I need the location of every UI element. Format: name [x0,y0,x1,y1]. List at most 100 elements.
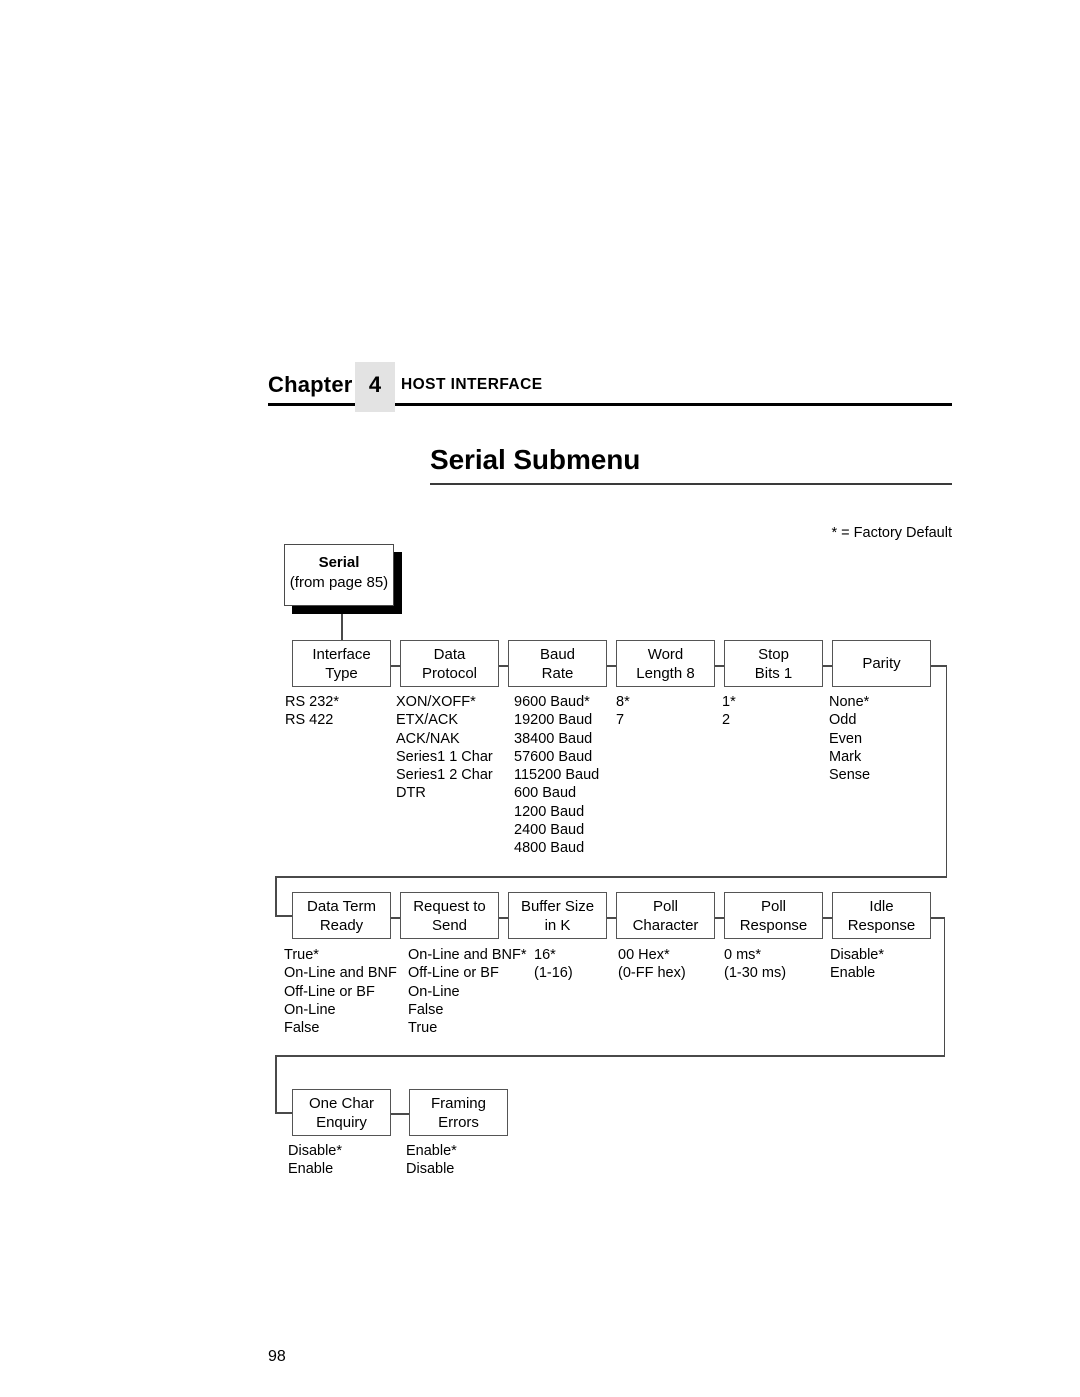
connector-row1-wrap-bottom [275,876,947,878]
option-item: False [408,1001,444,1018]
options-baud-rate: 9600 Baud* 19200 Baud 38400 Baud 57600 B… [514,693,599,858]
node-data-term-ready[interactable]: Data Term Ready [292,892,391,939]
option-item: True* [284,947,319,963]
connector-row2-entry [275,915,293,917]
node-line1: Framing [430,1094,486,1112]
option-item: On-Line and BNF [284,965,397,982]
node-line1: Buffer Size [520,897,595,915]
connector-row2-entry-left [275,876,277,916]
option-item: 4800 Baud [514,840,585,857]
node-line1: Interface [312,645,371,663]
option-item: Disable* [288,1143,342,1159]
option-item: ACK/NAK [396,730,460,747]
node-line1: Baud [539,645,576,663]
serial-submenu-diagram: Serial (from page 85) Interface Type Dat… [0,0,1080,1397]
connector-root-to-row1 [341,614,343,640]
option-item: RS 232* [285,694,340,710]
root-node-serial[interactable]: Serial (from page 85) [284,544,394,606]
node-buffer-size[interactable]: Buffer Size in K [508,892,607,939]
option-item: Off-Line or BF [284,983,375,1000]
options-one-char-enquiry: Disable* Enable [288,1142,342,1179]
option-item: 2 [722,712,731,729]
option-item: Odd [829,712,857,729]
option-item: Enable* [406,1143,457,1159]
connector-row2-wrap-bottom [275,1055,945,1057]
options-buffer-size: 16* (1-16) [534,946,573,983]
option-item: (0-FF hex) [618,965,686,982]
node-line2: Ready [319,916,364,934]
root-node-line2: (from page 85) [289,574,389,591]
node-line2: Bits 1 [754,664,793,682]
node-line2: Errors [438,1113,479,1131]
node-line2: Response [847,916,916,934]
node-word-length[interactable]: Word Length 8 [616,640,715,687]
option-item: 0 ms* [724,947,762,963]
node-line1: Poll [760,897,786,915]
option-item: Even [829,730,863,747]
node-line2: Send [431,916,468,934]
options-interface-type: RS 232* RS 422 [285,693,339,730]
connector-row2-wrap-right [943,917,945,1056]
node-line2: Character [632,916,699,934]
options-poll-character: 00 Hex* (0-FF hex) [618,946,686,983]
node-baud-rate[interactable]: Baud Rate [508,640,607,687]
node-data-protocol[interactable]: Data Protocol [400,640,499,687]
node-line2: in K [544,916,571,934]
connector-row3-entry-left [275,1055,277,1113]
option-item: On-Line and BNF* [408,947,527,963]
options-poll-response: 0 ms* (1-30 ms) [724,946,786,983]
node-parity[interactable]: Parity [832,640,931,687]
node-line1: One Char [308,1094,375,1112]
node-line1: Parity [862,655,901,672]
node-line1: Word [647,645,684,663]
node-interface-type[interactable]: Interface Type [292,640,391,687]
option-item: 16* [534,947,556,963]
option-item: 1200 Baud [514,803,585,820]
option-item: Series1 1 Char [396,748,493,765]
option-item: Off-Line or BF [408,965,499,982]
node-framing-errors[interactable]: Framing Errors [409,1089,508,1136]
option-item: Enable [830,965,876,982]
option-item: Sense [829,767,871,784]
option-item: True [408,1020,438,1037]
node-one-char-enquiry[interactable]: One Char Enquiry [292,1089,391,1136]
node-line1: Request to [413,897,486,915]
option-item: 8* [616,694,630,710]
options-framing-errors: Enable* Disable [406,1142,457,1179]
option-item: Enable [288,1161,334,1178]
node-line2: Rate [541,664,574,682]
node-line1: Data Term [307,897,376,915]
option-item: Series1 2 Char [396,767,493,784]
options-request-to-send: On-Line and BNF* Off-Line or BF On-Line … [408,946,526,1037]
connector-row3-seg1 [391,1113,410,1115]
node-stop-bits[interactable]: Stop Bits 1 [724,640,823,687]
node-request-to-send[interactable]: Request to Send [400,892,499,939]
option-item: 19200 Baud [514,712,593,729]
node-line1: Data [433,645,466,663]
option-item: 57600 Baud [514,748,593,765]
page-number: 98 [268,1348,286,1365]
node-line2: Length 8 [636,664,695,682]
options-idle-response: Disable* Enable [830,946,884,983]
node-line2: Enquiry [316,1113,367,1131]
node-idle-response[interactable]: Idle Response [832,892,931,939]
options-word-length: 8* 7 [616,693,630,730]
node-line1: Idle [869,897,894,915]
node-poll-character[interactable]: Poll Character [616,892,715,939]
option-item: XON/XOFF* [396,694,476,710]
option-item: DTR [396,785,426,802]
option-item: Mark [829,748,862,765]
node-line2: Response [739,916,808,934]
option-item: Disable* [830,947,884,963]
node-line1: Stop [758,645,789,663]
node-poll-response[interactable]: Poll Response [724,892,823,939]
option-item: 2400 Baud [514,822,585,839]
option-item: 9600 Baud* [514,694,590,710]
option-item: RS 422 [285,712,334,729]
option-item: On-Line [408,983,460,1000]
connector-row1-wrap-right [945,665,947,877]
option-item: Disable [406,1161,455,1178]
option-item: 7 [616,712,625,729]
node-line2: Type [325,664,358,682]
option-item: 00 Hex* [618,947,670,963]
